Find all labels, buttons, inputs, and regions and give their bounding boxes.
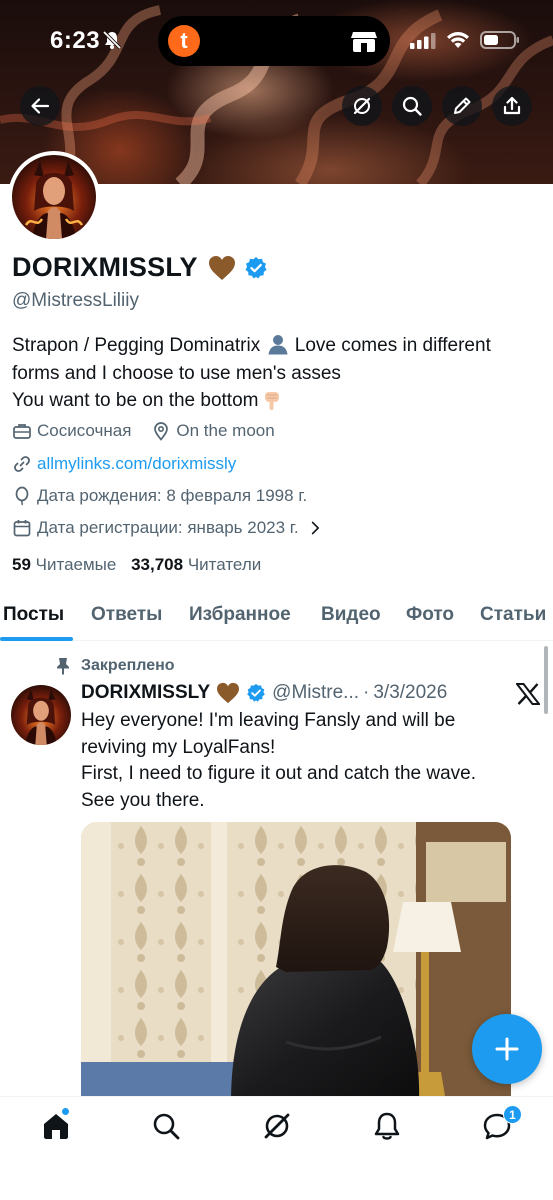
post-text-line: See you there. [81,789,205,811]
post-text-line: First, I need to figure it out and catch… [81,763,476,784]
tab-videos[interactable]: Видео [321,604,381,626]
post-author-handle: @Mistre... [272,682,360,703]
avatar-image [12,155,96,239]
post-text-line: reviving my LoyalFans! [81,736,276,758]
cellular-signal-icon [410,33,436,49]
scrollbar[interactable] [544,646,548,714]
profile-handle: @MistressLiliiy [12,290,139,311]
tab-articles[interactable]: Статьи [480,604,546,626]
active-tab-indicator [0,637,73,641]
follow-counts: 59 Читаемые 33,708 Читатели [12,555,261,575]
following-link[interactable]: 59 Читаемые [12,555,116,574]
pinned-label: Закреплено [81,657,175,674]
share-icon [503,96,521,115]
join-date: Дата регистрации: январь 2023 г. [37,518,299,537]
balloon-icon [15,486,29,506]
avatar-image [11,685,71,745]
battery-icon [480,31,519,49]
grok-icon [353,97,371,115]
following-count: 59 [12,555,31,574]
compose-post-button[interactable] [472,1014,542,1084]
messages-badge: 1 [503,1105,522,1124]
island-app-icon: t [168,25,200,57]
dynamic-island: t [158,16,390,66]
post-text: Hey everyone! I'm leaving Fansly and wil… [81,708,521,814]
search-icon[interactable] [151,1111,181,1141]
followers-link[interactable]: 33,708 Читатели [131,555,261,574]
briefcase-icon [13,424,31,439]
profile-meta-row: Сосисочная On the moon [12,421,275,441]
search-profile-button[interactable] [392,86,432,126]
post-date[interactable]: 3/3/2026 [373,682,447,704]
pin-icon [57,658,69,675]
calendar-icon [13,520,31,537]
grok-icon[interactable] [262,1111,292,1141]
edit-button[interactable] [442,86,482,126]
tab-photos[interactable]: Фото [406,604,454,626]
bottom-navigation: 1 [0,1096,553,1200]
arrow-left-icon [31,98,50,114]
store-icon [351,32,377,52]
bio-line: forms and I choose to use men's asses [12,362,341,384]
post-image[interactable] [81,822,511,1102]
bio-line: You want to be on the bottom [12,387,547,415]
search-icon [402,96,422,116]
followers-count: 33,708 [131,555,184,574]
pencil-icon [454,97,471,114]
profile-banner[interactable]: 6:23 t [0,0,553,184]
birth-date: Дата рождения: 8 февраля 1998 г. [37,486,308,505]
pointing-down-hand-icon [265,392,280,410]
post-photo [81,822,511,1102]
followers-label: Читатели [187,555,262,574]
pinned-label-row: Закреплено [55,657,175,675]
post-header: DORIXMISSLY @Mistre... · 3/3/2026 [81,682,447,704]
x-logo-icon [516,683,540,705]
bust-silhouette-icon [268,335,288,355]
tab-replies[interactable]: Ответы [91,604,162,626]
professional-category[interactable]: Сосисочная [37,421,131,441]
display-name: DORIXMISSLY [12,252,198,282]
profile-website-link[interactable]: allmylinks.com/dorixmissly [37,454,236,474]
bio-text: You want to be on the bottom [12,390,259,411]
post-author-name[interactable]: DORIXMISSLY [81,682,210,704]
status-time: 6:23 [50,27,101,54]
display-name-row: DORIXMISSLY [12,252,268,283]
wifi-icon [447,32,469,48]
grok-button[interactable] [342,86,382,126]
profile-location: On the moon [176,421,275,440]
bio-text: Love comes in different [294,335,491,356]
link-icon [14,456,30,472]
post-text-line: Hey everyone! I'm leaving Fansly and wil… [81,710,456,731]
bio-text: Strapon / Pegging Dominatrix [12,335,261,356]
plus-icon [495,1037,519,1061]
post-author-avatar[interactable] [11,685,71,745]
profile-avatar[interactable] [8,151,100,243]
chevron-right-icon [311,521,319,535]
tab-posts[interactable]: Посты [3,604,64,626]
following-label: Читаемые [35,555,117,574]
verified-badge-icon [247,683,266,702]
back-button[interactable] [20,86,60,126]
bell-off-icon [102,30,122,50]
profile-tabs: Посты Ответы Избранное Видео Фото Статьи [0,590,553,641]
notifications-icon[interactable] [372,1111,402,1141]
post-separator: · [363,682,370,703]
website-row: allmylinks.com/dorixmissly [12,454,236,474]
brown-heart-icon [208,255,235,280]
tab-highlights[interactable]: Избранное [189,604,291,626]
profile-bio: Strapon / Pegging Dominatrix Love comes … [12,332,547,415]
join-date-row[interactable]: Дата регистрации: январь 2023 г. [12,518,328,538]
share-button[interactable] [492,86,532,126]
brown-heart-icon [217,682,240,704]
verified-badge-icon[interactable] [244,256,268,280]
birth-date-row: Дата рождения: 8 февраля 1998 г. [12,486,307,506]
home-notification-dot [61,1107,70,1116]
location-pin-icon [154,422,169,441]
bio-line: Strapon / Pegging Dominatrix Love comes … [12,332,547,360]
